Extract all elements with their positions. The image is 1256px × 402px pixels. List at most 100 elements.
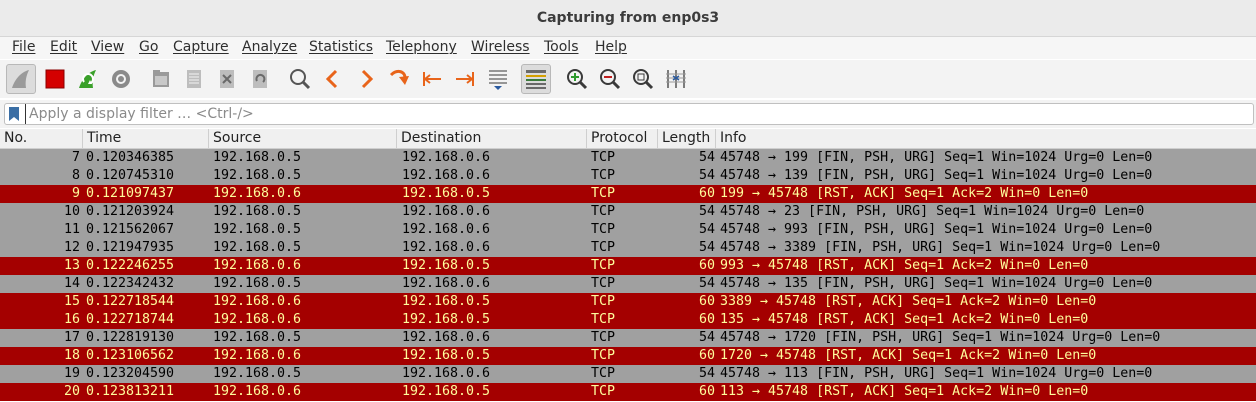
packet-protocol: TCP	[591, 204, 616, 219]
go-to-packet-button[interactable]	[384, 64, 414, 94]
colorize-button[interactable]	[521, 64, 551, 94]
menu-bar: File Edit View Go Capture Analyze Statis…	[0, 37, 1256, 59]
packet-time: 0.123106562	[86, 348, 175, 363]
capture-options-button[interactable]	[106, 64, 136, 94]
packet-time: 0.121097437	[86, 186, 175, 201]
go-back-button[interactable]	[318, 64, 348, 94]
column-header-destination[interactable]: Destination	[397, 129, 587, 148]
packet-source: 192.168.0.5	[213, 168, 302, 183]
packet-protocol: TCP	[591, 276, 616, 291]
packet-length: 54	[698, 150, 715, 165]
menu-telephony[interactable]: Telephony	[386, 39, 457, 55]
table-row[interactable]: 17 0.122819130 192.168.0.5 192.168.0.6 TCP 54…	[0, 329, 1256, 347]
menu-statistics[interactable]: Statistics	[309, 39, 373, 55]
packet-length: 60	[698, 384, 715, 399]
display-filter-input[interactable]	[25, 104, 1229, 124]
packet-length: 54	[698, 276, 715, 291]
go-first-packet-button[interactable]	[417, 64, 447, 94]
table-row[interactable]: 13 0.122246255 192.168.0.6 192.168.0.5 TCP 60…	[0, 257, 1256, 275]
normal-size-button[interactable]	[628, 64, 658, 94]
column-header-no[interactable]: No.	[0, 129, 83, 148]
column-header-protocol[interactable]: Protocol	[587, 129, 658, 148]
display-filter-bar	[0, 100, 1256, 128]
table-row[interactable]: 20 0.123813211 192.168.0.6 192.168.0.5 TCP 60…	[0, 383, 1256, 401]
table-row[interactable]: 10 0.121203924 192.168.0.5 192.168.0.6 TCP 54…	[0, 203, 1256, 221]
table-row[interactable]: 18 0.123106562 192.168.0.6 192.168.0.5 TCP 60…	[0, 347, 1256, 365]
packet-time: 0.121203924	[86, 204, 175, 219]
packet-no: 17	[63, 330, 80, 345]
packet-time: 0.122246255	[86, 258, 175, 273]
zoom-in-button[interactable]	[562, 64, 592, 94]
packet-source: 192.168.0.5	[213, 204, 302, 219]
packet-protocol: TCP	[591, 294, 616, 309]
packet-destination: 192.168.0.5	[402, 258, 491, 273]
packet-no: 16	[63, 312, 80, 327]
go-last-packet-button[interactable]	[450, 64, 480, 94]
menu-help[interactable]: Help	[595, 39, 627, 55]
start-capture-button[interactable]	[6, 64, 36, 94]
packet-time: 0.122718744	[86, 312, 175, 327]
packet-time: 0.120346385	[86, 150, 175, 165]
table-row[interactable]: 11 0.121562067 192.168.0.5 192.168.0.6 TCP 54…	[0, 221, 1256, 239]
packet-length: 60	[698, 258, 715, 273]
table-row[interactable]: 8 0.120745310 192.168.0.5 192.168.0.6 TCP 54 4…	[0, 167, 1256, 185]
packet-destination: 192.168.0.6	[402, 222, 491, 237]
packet-no: 9	[71, 186, 80, 201]
column-header-source[interactable]: Source	[209, 129, 397, 148]
packet-length: 60	[698, 294, 715, 309]
packet-time: 0.120745310	[86, 168, 175, 183]
shark-fin-start-icon	[12, 70, 29, 88]
save-file-button[interactable]	[179, 64, 209, 94]
table-row[interactable]: 12 0.121947935 192.168.0.5 192.168.0.6 TCP 54…	[0, 239, 1256, 257]
packet-no: 19	[63, 366, 80, 381]
packet-length: 54	[698, 168, 715, 183]
table-row[interactable]: 16 0.122718744 192.168.0.6 192.168.0.5 TCP 60…	[0, 311, 1256, 329]
packet-destination: 192.168.0.6	[402, 204, 491, 219]
table-row[interactable]: 19 0.123204590 192.168.0.5 192.168.0.6 TCP 54…	[0, 365, 1256, 383]
packet-info: 45748 → 139 [FIN, PSH, URG] Seq=1 Win=10…	[720, 168, 1153, 183]
packet-destination: 192.168.0.6	[402, 366, 491, 381]
column-header-length[interactable]: Length	[658, 129, 716, 148]
table-row[interactable]: 14 0.122342432 192.168.0.5 192.168.0.6 TCP 54…	[0, 275, 1256, 293]
packet-source: 192.168.0.6	[213, 348, 302, 363]
menu-wireless[interactable]: Wireless	[471, 39, 530, 55]
packet-protocol: TCP	[591, 348, 616, 363]
open-file-button[interactable]	[146, 64, 176, 94]
packet-info: 45748 → 3389 [FIN, PSH, URG] Seq=1 Win=1…	[720, 240, 1161, 255]
menu-file[interactable]: File	[12, 39, 35, 55]
restart-capture-button[interactable]	[73, 64, 103, 94]
zoom-out-button[interactable]	[595, 64, 625, 94]
go-forward-button[interactable]	[351, 64, 381, 94]
column-header-time[interactable]: Time	[83, 129, 209, 148]
resize-columns-icon	[666, 70, 686, 88]
menu-edit[interactable]: Edit	[50, 39, 77, 55]
reload-file-button[interactable]	[245, 64, 275, 94]
table-row[interactable]: 9 0.121097437 192.168.0.6 192.168.0.5 TCP 60 1…	[0, 185, 1256, 203]
table-row[interactable]: 15 0.122718544 192.168.0.6 192.168.0.5 TCP 60…	[0, 293, 1256, 311]
zoom-out-icon	[600, 69, 621, 90]
packet-destination: 192.168.0.6	[402, 168, 491, 183]
menu-go[interactable]: Go	[139, 39, 158, 55]
display-filter-box	[4, 103, 1254, 125]
menu-capture[interactable]: Capture	[173, 39, 229, 55]
resize-columns-button[interactable]	[661, 64, 691, 94]
packet-length: 60	[698, 312, 715, 327]
bookmark-icon[interactable]	[9, 107, 19, 121]
packet-info: 199 → 45748 [RST, ACK] Seq=1 Ack=2 Win=0…	[720, 186, 1089, 201]
packet-protocol: TCP	[591, 168, 616, 183]
close-file-button[interactable]	[212, 64, 242, 94]
auto-scroll-icon	[489, 70, 507, 90]
menu-view[interactable]: View	[91, 39, 124, 55]
menu-analyze[interactable]: Analyze	[242, 39, 297, 55]
column-header-info[interactable]: Info	[716, 129, 1256, 148]
table-row[interactable]: 7 0.120346385 192.168.0.5 192.168.0.6 TCP 54 4…	[0, 149, 1256, 167]
close-file-icon	[220, 70, 234, 88]
auto-scroll-button[interactable]	[483, 64, 513, 94]
menu-tools[interactable]: Tools	[544, 39, 579, 55]
packet-source: 192.168.0.5	[213, 276, 302, 291]
packet-info: 45748 → 199 [FIN, PSH, URG] Seq=1 Win=10…	[720, 150, 1153, 165]
stop-capture-button[interactable]	[40, 64, 70, 94]
packet-info: 3389 → 45748 [RST, ACK] Seq=1 Ack=2 Win=…	[720, 294, 1097, 309]
capture-options-icon	[112, 70, 130, 88]
find-packet-button[interactable]	[285, 64, 315, 94]
